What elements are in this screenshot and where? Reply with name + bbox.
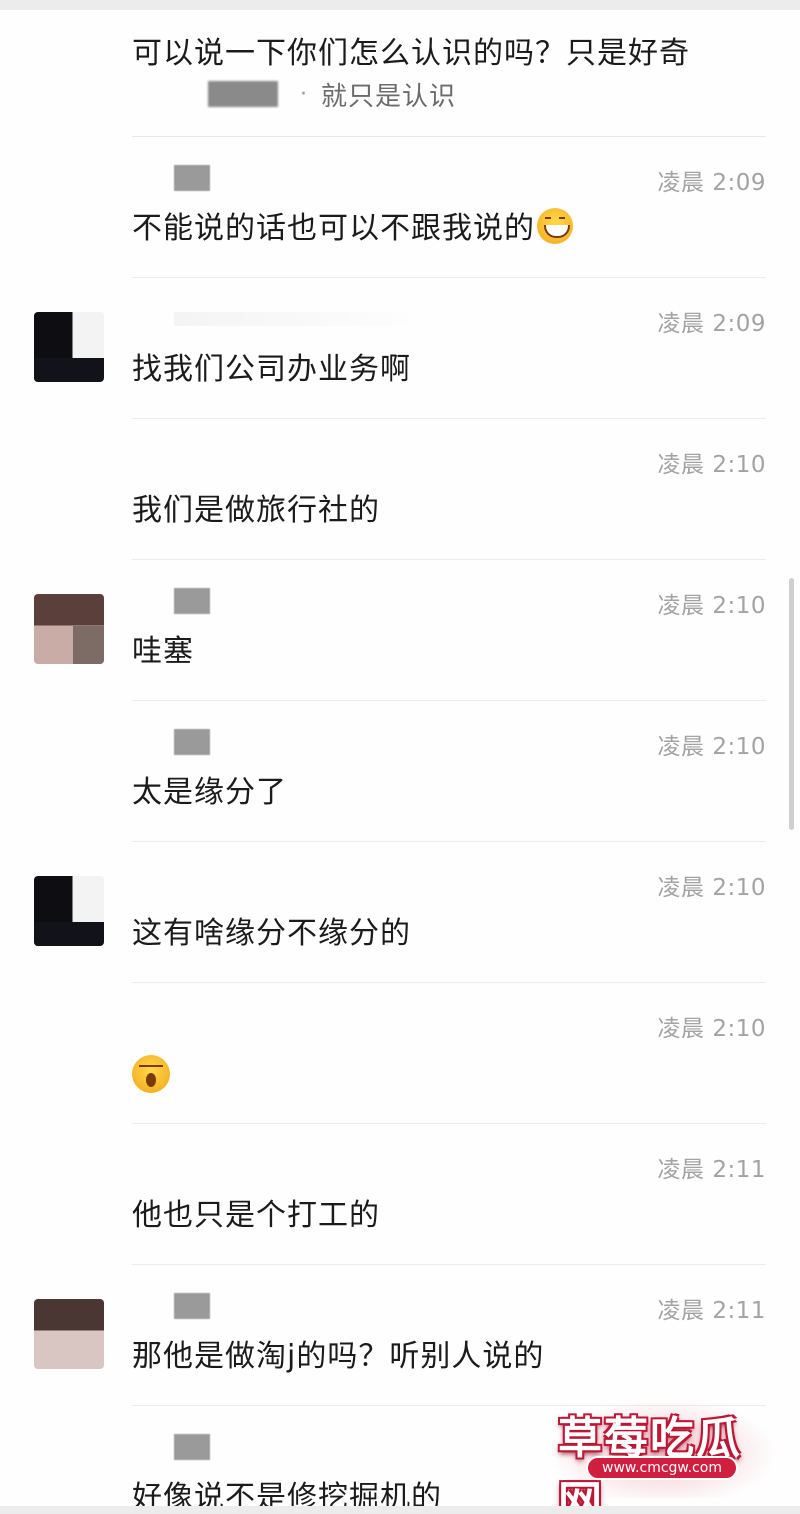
message-text: 太是缘分了 [132,775,287,810]
timestamp: 凌晨 2:11 [657,1157,766,1183]
avatar[interactable] [34,1299,104,1369]
avatar[interactable] [34,876,104,946]
timestamp: 凌晨 2:09 [657,170,766,196]
watermark-url: www.cmcgw.com [586,1456,738,1480]
message-row[interactable]: 凌晨 2:10 这有啥缘分不缘分的 [34,842,766,983]
timestamp: 凌晨 2:10 [657,734,766,760]
message-list[interactable]: 凌晨 2:09 不能说的话也可以不跟我说的 凌晨 2:09 找我们公司办业务啊 … [0,137,800,1514]
message-row[interactable]: 凌晨 2:10 太是缘分了 [132,701,766,842]
message-text: 可以说一下你们怎么认识的吗？只是好奇 [132,36,690,71]
message-row[interactable]: 凌晨 2:11 那他是做淘j的吗？听别人说的 [34,1265,766,1406]
message-fragment[interactable]: 可以说一下你们怎么认识的吗？只是好奇 · 就只是认识 [0,10,800,136]
message-row[interactable]: 凌晨 2:10 [132,983,766,1124]
message-text: 不能说的话也可以不跟我说的 [132,203,573,247]
message-row[interactable]: 凌晨 2:09 找我们公司办业务啊 [34,278,766,419]
blurred-username [174,312,424,326]
blurred-username [174,165,210,191]
watermark-logo: 草莓吃瓜网 www.cmcgw.com [548,1398,778,1514]
top-edge [0,0,800,10]
message-text: 那他是做淘j的吗？听别人说的 [132,1339,545,1374]
blurred-username [174,1434,210,1460]
message-row[interactable]: 凌晨 2:10 哇塞 [34,560,766,701]
message-text: 找我们公司办业务啊 [132,352,411,387]
bottom-edge [0,1506,800,1514]
timestamp: 凌晨 2:10 [657,875,766,901]
message-row[interactable]: 凌晨 2:09 不能说的话也可以不跟我说的 [132,137,766,278]
blurred-name [208,81,278,107]
grinning-emoji-icon [537,208,573,244]
message-text: 他也只是个打工的 [132,1198,380,1233]
blurred-username [174,729,210,755]
message-row[interactable]: 凌晨 2:11 他也只是个打工的 [132,1124,766,1265]
message-text: 我们是做旅行社的 [132,493,380,528]
message-text: 哇塞 [132,634,194,669]
blurred-username [174,588,210,614]
timestamp: 凌晨 2:10 [657,452,766,478]
message-row[interactable]: 凌晨 2:10 我们是做旅行社的 [132,419,766,560]
scrollbar[interactable] [789,578,794,830]
timestamp: 凌晨 2:09 [657,311,766,337]
yawn-emoji-icon [132,1055,170,1093]
timestamp: 凌晨 2:10 [657,1016,766,1042]
timestamp: 凌晨 2:10 [657,593,766,619]
separator-dot: · [300,81,307,107]
reply-text: 就只是认识 [321,81,457,112]
blurred-username [174,1293,210,1319]
chat-screen: 可以说一下你们怎么认识的吗？只是好奇 · 就只是认识 凌晨 2:09 不能说的话… [0,0,800,1514]
timestamp: 凌晨 2:11 [657,1298,766,1324]
reply-quote[interactable]: · 就只是认识 [132,76,456,112]
avatar[interactable] [34,594,104,664]
message-text: 这有啥缘分不缘分的 [132,916,411,951]
avatar[interactable] [34,312,104,382]
